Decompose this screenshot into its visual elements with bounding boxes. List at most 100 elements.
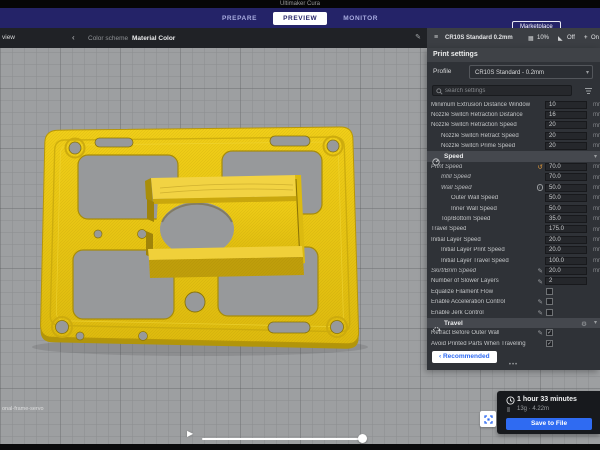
setting-row: Travel Speed175.0mm/s — [427, 224, 600, 234]
setting-row: Nozzle Switch Retraction Distance16mm — [427, 110, 600, 120]
cura-window: onal-frame-servo ▶ Ultimaker Cura PREPAR… — [0, 0, 600, 450]
setting-value-field[interactable]: 50.0 — [545, 205, 587, 213]
setting-label: Avoid Printed Parts When Traveling — [427, 341, 526, 347]
setting-row: Avoid Printed Parts When Traveling ✓ — [427, 338, 600, 348]
print-time-estimate: 1 hour 33 minutes — [517, 396, 577, 403]
setting-checkbox[interactable]: ✓ — [546, 340, 553, 347]
setting-label: Nozzle Switch Retraction Speed — [427, 122, 517, 128]
setting-label: Nozzle Switch Retract Speed — [427, 133, 519, 139]
layer-slider-handle[interactable] — [358, 434, 367, 443]
preview-stages-button[interactable] — [480, 411, 496, 427]
setting-label: Nozzle Switch Prime Speed — [427, 143, 515, 149]
setting-row: Skirt/Brim Speed✎20.0mm/s — [427, 266, 600, 276]
chevron-left-icon[interactable]: ‹ — [72, 33, 75, 42]
setting-label: Number of Slower Layers — [427, 278, 499, 284]
view-toolbar: view ‹ Color scheme Material Color ✎ — [0, 28, 427, 48]
profile-value: CR10S Standard - 0.2mm — [475, 70, 544, 76]
material-icon: ||| — [507, 407, 509, 413]
view-dropdown[interactable]: view — [2, 34, 15, 41]
chevron-down-icon: ▾ — [594, 319, 597, 326]
tab-prepare[interactable]: PREPARE — [222, 15, 257, 22]
setting-label: Print Speed — [427, 164, 462, 170]
setting-unit: mm/s — [593, 206, 600, 212]
setting-unit: mm/s — [593, 185, 600, 191]
settings-rows: Minimum Extrusion Distance Window10mmNoz… — [427, 100, 600, 349]
clock-icon — [506, 396, 515, 405]
setting-value-field[interactable]: 20.0 — [545, 267, 587, 275]
recommended-button[interactable]: ‹ Recommended — [432, 351, 497, 363]
pencil-icon: ✎ — [538, 279, 543, 286]
print-setup-summary[interactable]: ≡ CR10S Standard 0.2mm ▦ 10% ◣ Off + On — [427, 28, 600, 48]
setting-checkbox[interactable]: ✓ — [546, 329, 553, 336]
setting-label: Inner Wall Speed — [427, 206, 497, 212]
color-scheme-value[interactable]: Material Color — [132, 35, 175, 42]
setting-label: Travel Speed — [427, 226, 466, 232]
setting-label: Initial Layer Print Speed — [427, 247, 505, 253]
setting-row: Print Speed↺70.0mm/s — [427, 162, 600, 172]
color-scheme-label: Color scheme — [88, 35, 128, 42]
edit-pencil-icon[interactable]: ✎ — [415, 33, 421, 41]
save-to-file-button[interactable]: Save to File — [506, 418, 592, 430]
search-input[interactable] — [445, 86, 565, 95]
filter-icon[interactable] — [584, 87, 593, 95]
setting-value-field[interactable]: 10 — [545, 101, 587, 109]
setting-label: Wall Speed — [427, 185, 472, 191]
setting-row: Nozzle Switch Prime Speed20mm/s — [427, 141, 600, 151]
setting-row: Number of Slower Layers ✎2 — [427, 276, 600, 286]
setting-value-field[interactable]: 16 — [545, 111, 587, 119]
section-header-travel[interactable]: Travel⚙▾ — [427, 318, 600, 328]
setting-row: Top/Bottom Speed 35.0 mm/s — [427, 214, 600, 224]
setting-label: Nozzle Switch Retraction Distance — [427, 112, 523, 118]
play-button[interactable]: ▶ — [187, 429, 193, 438]
infill-icon: ▦ — [528, 35, 534, 42]
reset-icon[interactable]: ↺ — [538, 164, 543, 171]
setting-label: Top/Bottom Speed — [427, 216, 490, 222]
setting-unit: mm/s — [593, 175, 600, 181]
setting-unit: mm/s — [593, 216, 600, 222]
setting-row: Inner Wall Speed 50.0 mm/s — [427, 203, 600, 213]
setting-checkbox[interactable] — [546, 309, 553, 316]
setting-row: Equalize Filament Flow — [427, 287, 600, 297]
summary-profile: CR10S Standard 0.2mm — [445, 35, 513, 41]
titlebar: Ultimaker Cura — [0, 0, 600, 8]
setting-label: Enable Jerk Control — [427, 310, 484, 316]
setting-value-field[interactable]: 20.0 — [545, 236, 587, 244]
setting-label: Skirt/Brim Speed — [427, 268, 476, 274]
setting-row: Outer Wall Speed50.0mm/s — [427, 193, 600, 203]
setting-value-field[interactable]: 20.0 — [545, 246, 587, 254]
setting-value-field[interactable]: 70.0 — [545, 163, 587, 171]
gear-icon[interactable]: ⚙ — [581, 320, 587, 328]
section-header-speed[interactable]: Speed▾ — [427, 151, 600, 161]
support-icon: ◣ — [558, 35, 563, 42]
setting-row: Enable Jerk Control✎ — [427, 307, 600, 317]
tab-preview[interactable]: PREVIEW — [273, 12, 327, 25]
summary-support: Off — [567, 35, 575, 41]
tab-monitor[interactable]: MONITOR — [343, 15, 378, 22]
search-box[interactable] — [432, 85, 572, 96]
setting-label: Infill Speed — [427, 174, 471, 180]
adhesion-icon: + — [584, 35, 588, 41]
setting-value-field[interactable]: 20 — [545, 132, 587, 140]
profile-dropdown[interactable]: CR10S Standard - 0.2mm ▾ — [469, 65, 593, 79]
setting-value-field[interactable]: 35.0 — [545, 215, 587, 223]
setting-value-field[interactable]: 2 — [545, 277, 587, 285]
setting-value-field[interactable]: 70.0 — [545, 173, 587, 181]
setting-checkbox[interactable] — [546, 288, 553, 295]
setting-value-field[interactable]: 50.0 — [545, 194, 587, 202]
panel-header: Print settings — [427, 48, 600, 62]
layer-slider-track[interactable] — [202, 438, 364, 440]
setting-value-field[interactable]: 50.0 — [545, 184, 587, 192]
setting-checkbox[interactable] — [546, 298, 553, 305]
layers-icon: ≡ — [434, 34, 438, 41]
summary-infill: 10% — [537, 35, 549, 41]
setting-value-field[interactable]: 20 — [545, 121, 587, 129]
setting-value-field[interactable]: 100.0 — [545, 257, 587, 265]
expand-icon — [484, 415, 493, 424]
setting-row: Enable Acceleration Control✎ — [427, 297, 600, 307]
setting-row: Nozzle Switch Retraction Speed20mm/s — [427, 120, 600, 130]
window-title: Ultimaker Cura — [0, 1, 600, 7]
panel-resize-handle[interactable]: ••• — [427, 363, 600, 370]
setting-value-field[interactable]: 175.0 — [545, 225, 587, 233]
setting-value-field[interactable]: 20 — [545, 142, 587, 150]
setting-row: Infill Speed 70.0 mm/s — [427, 172, 600, 182]
